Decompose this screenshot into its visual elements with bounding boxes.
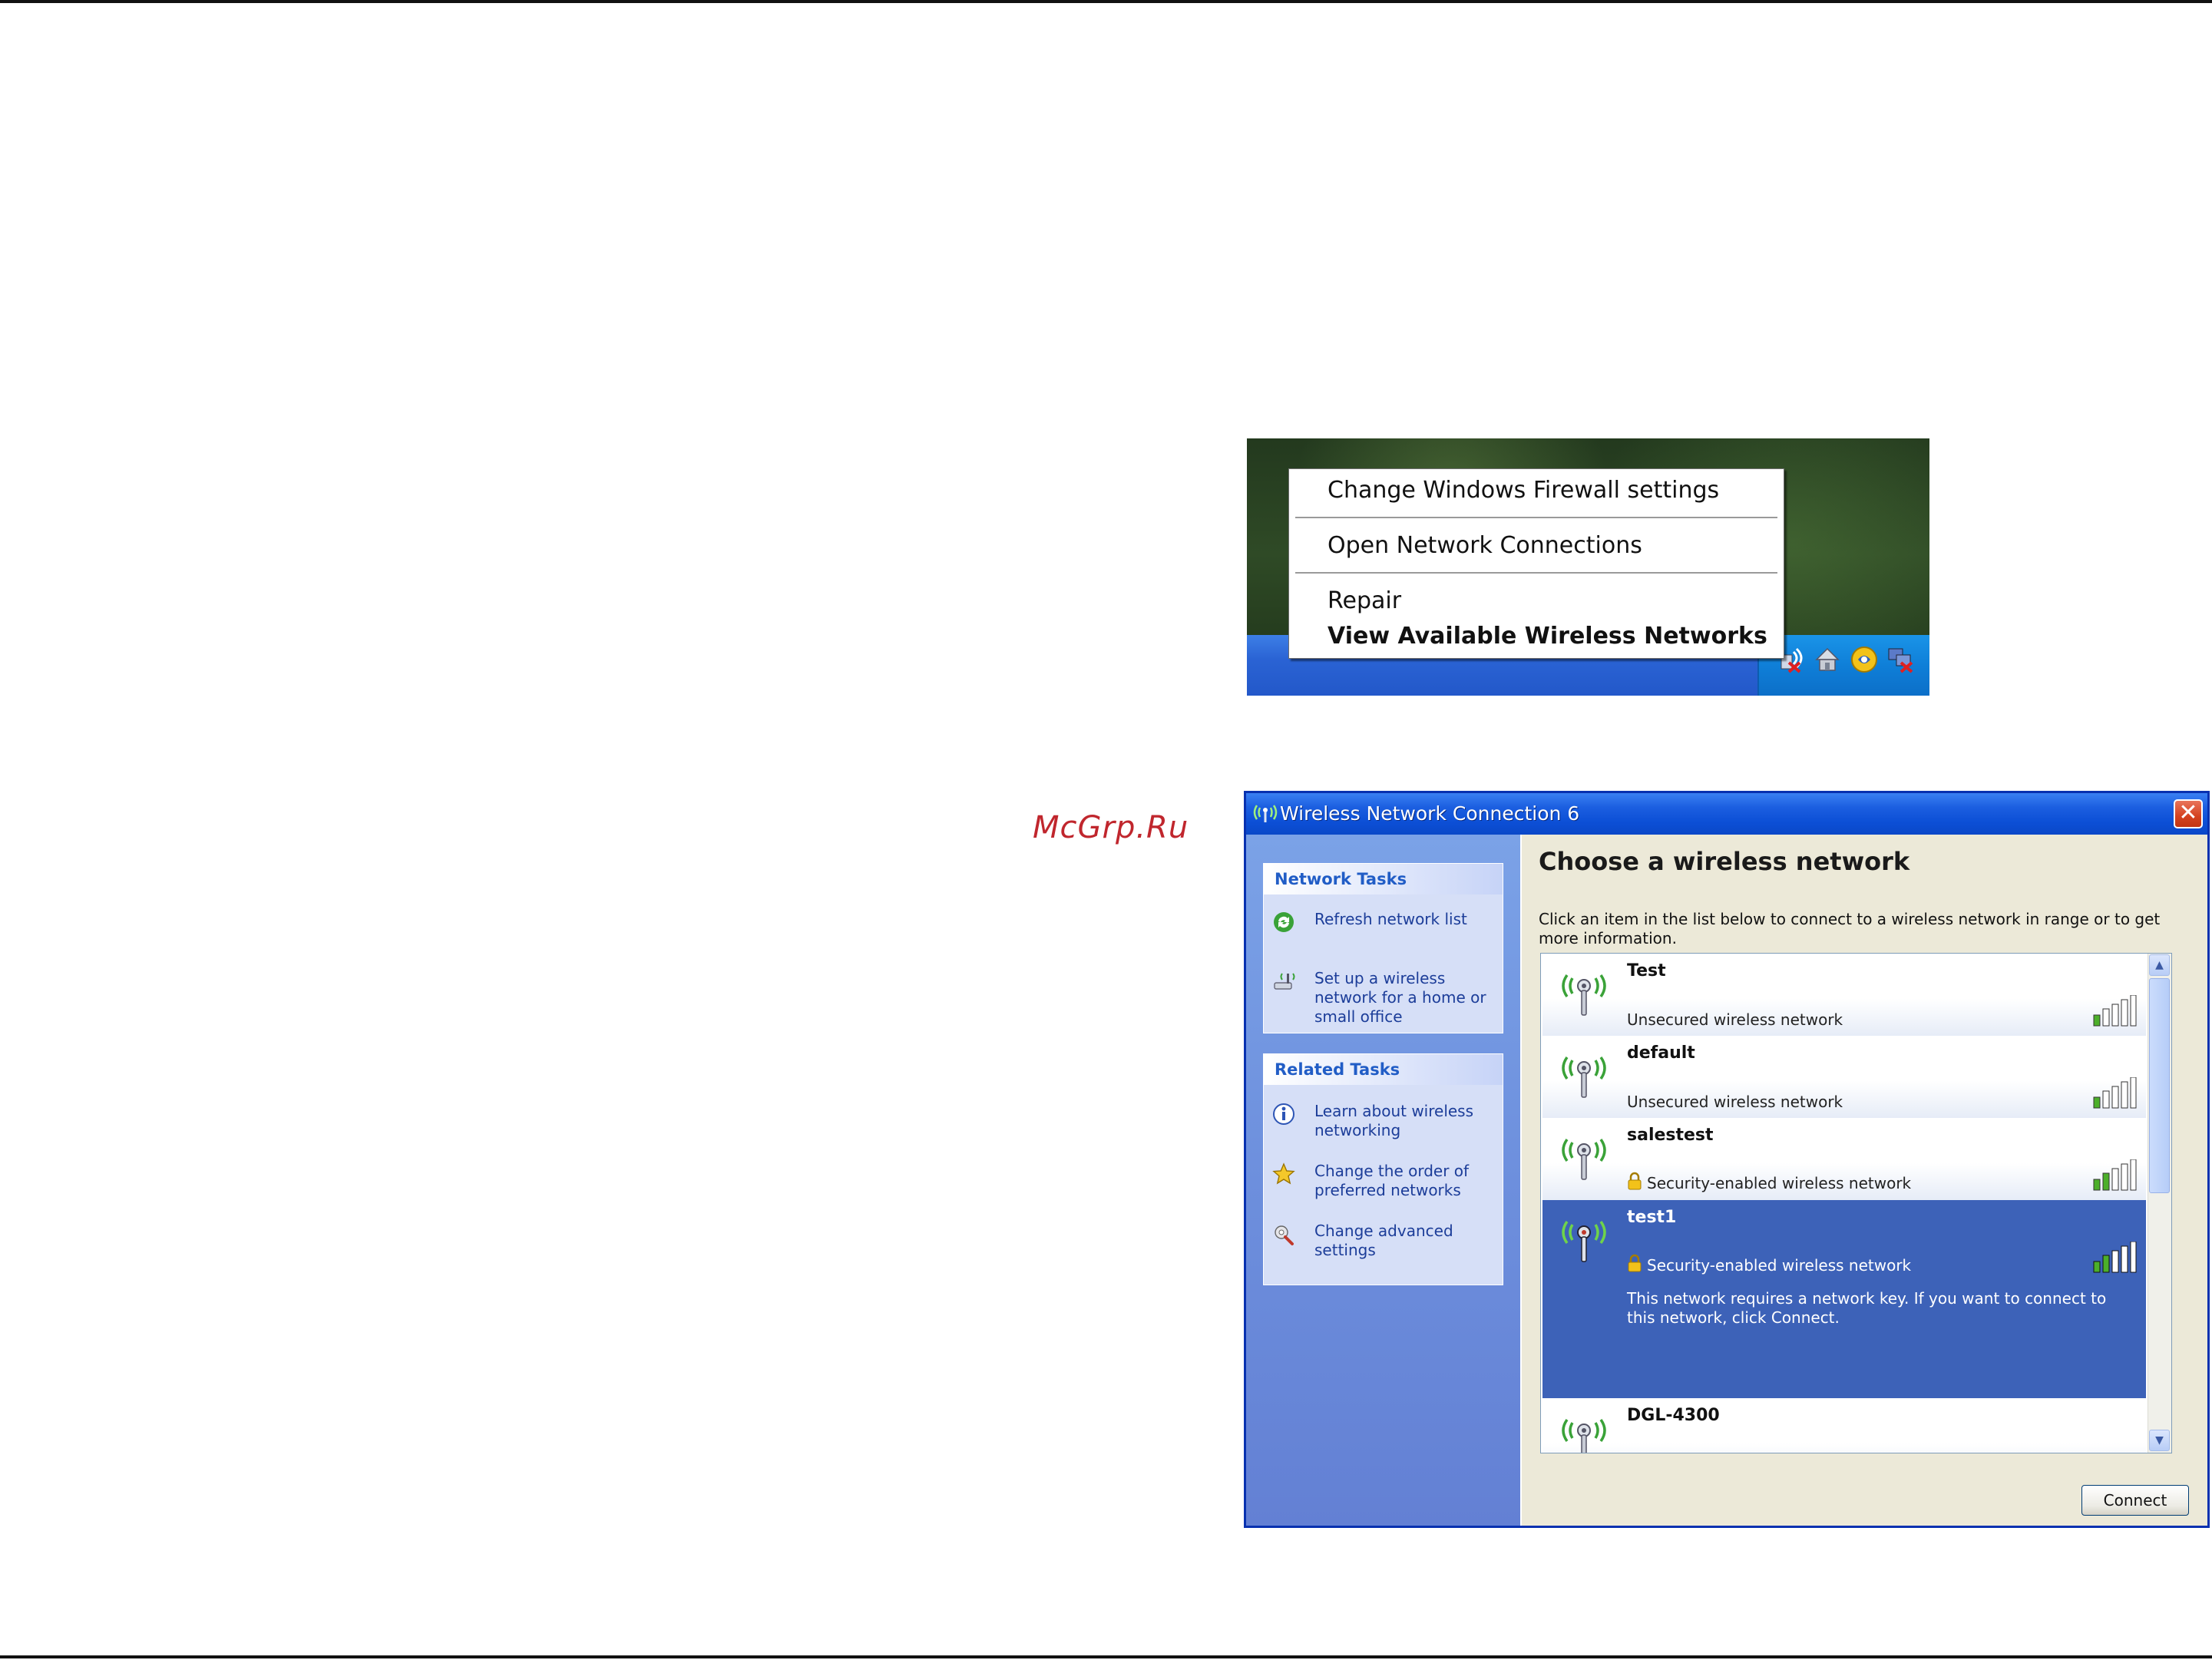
- lock-icon: [1627, 1172, 1642, 1190]
- task-pane: Network Tasks Refresh network list Set u…: [1246, 835, 1520, 1526]
- network-item-salestest[interactable]: salestest Security-enabled wireless netw…: [1542, 1118, 2146, 1200]
- network-item-test[interactable]: Test Unsecured wireless network: [1542, 954, 2146, 1036]
- refresh-network-list-link[interactable]: Refresh network list: [1271, 910, 1498, 941]
- menu-item-repair[interactable]: Repair: [1328, 587, 1401, 614]
- network-security-status: Unsecured wireless network: [1627, 1093, 1843, 1111]
- wireless-network-dialog: Wireless Network Connection 6 ✕ Network …: [1244, 791, 2210, 1528]
- scroll-up-button[interactable]: ▲: [2149, 954, 2170, 976]
- signal-strength-icon: [2093, 1159, 2137, 1191]
- related-tasks-header: Related Tasks: [1264, 1054, 1503, 1085]
- network-name: salestest: [1627, 1126, 1714, 1145]
- scroll-thumb[interactable]: [2149, 978, 2170, 1193]
- home-network-icon[interactable]: [1812, 644, 1843, 675]
- wireless-antenna-icon: [1562, 1220, 1606, 1262]
- watermark: McGrp.Ru: [1033, 810, 1189, 845]
- connect-button[interactable]: Connect: [2081, 1485, 2189, 1516]
- network-security-status: Security-enabled wireless network: [1647, 1174, 1912, 1192]
- menu-item-firewall-settings[interactable]: Change Windows Firewall settings: [1328, 477, 1719, 504]
- network-key-note: This network requires a network key. If …: [1627, 1289, 2107, 1327]
- network-tasks-panel: Network Tasks Refresh network list Set u…: [1263, 863, 1503, 1033]
- top-rule: [0, 0, 2212, 3]
- related-tasks-panel: Related Tasks Learn about wireless netwo…: [1263, 1053, 1503, 1285]
- setup-wireless-icon: [1271, 969, 1296, 994]
- lock-icon: [1627, 1254, 1642, 1272]
- menu-item-view-wireless-networks[interactable]: View Available Wireless Networks: [1328, 623, 1767, 650]
- bottom-rule: [0, 1655, 2212, 1658]
- network-name: Test: [1627, 961, 1666, 980]
- network-name: test1: [1627, 1208, 1677, 1227]
- network-security-status: Security-enabled wireless network: [1647, 1256, 1912, 1275]
- close-button[interactable]: ✕: [2174, 799, 2203, 828]
- network-list: Test Unsecured wireless network default …: [1540, 953, 2172, 1453]
- scroll-down-button[interactable]: ▼: [2149, 1430, 2170, 1451]
- menu-separator: [1295, 572, 1777, 574]
- change-advanced-settings-link[interactable]: Change advanced settings: [1271, 1222, 1498, 1265]
- refresh-icon: [1271, 910, 1296, 934]
- main-pane: Choose a wireless network Click an item …: [1520, 835, 2207, 1526]
- change-network-order-label: Change the order of preferred networks: [1314, 1162, 1470, 1199]
- network-disconnected-icon[interactable]: [1886, 644, 1916, 675]
- star-icon: [1271, 1162, 1296, 1186]
- security-center-icon[interactable]: [1849, 644, 1880, 675]
- network-name: default: [1627, 1043, 1695, 1063]
- network-list-scrollbar[interactable]: ▲ ▼: [2148, 954, 2171, 1453]
- wireless-signal-icon: [1252, 799, 1278, 825]
- network-tasks-header: Network Tasks: [1264, 864, 1503, 894]
- signal-strength-icon: [2093, 995, 2137, 1027]
- change-advanced-settings-label: Change advanced settings: [1314, 1222, 1453, 1259]
- learn-wireless-label: Learn about wireless networking: [1314, 1102, 1474, 1139]
- wireless-antenna-icon: [1562, 974, 1606, 1016]
- network-security-status: Unsecured wireless network: [1627, 1010, 1843, 1029]
- info-icon: [1271, 1102, 1296, 1126]
- learn-wireless-link[interactable]: Learn about wireless networking: [1271, 1102, 1498, 1145]
- page-title: Choose a wireless network: [1539, 847, 1910, 876]
- title-bar[interactable]: Wireless Network Connection 6 ✕: [1246, 793, 2207, 835]
- wireless-antenna-icon: [1562, 1418, 1606, 1453]
- network-item-test1[interactable]: test1 Security-enabled wireless network …: [1542, 1200, 2146, 1398]
- network-item-default[interactable]: default Unsecured wireless network: [1542, 1036, 2146, 1118]
- settings-icon: [1271, 1222, 1296, 1246]
- window-title: Wireless Network Connection 6: [1280, 802, 1580, 825]
- wireless-antenna-icon: [1562, 1056, 1606, 1098]
- network-item-dgl-4300[interactable]: DGL-4300: [1542, 1398, 2146, 1453]
- tray-menu-screenshot: Change Windows Firewall settings Open Ne…: [1247, 438, 1929, 696]
- refresh-network-list-label: Refresh network list: [1314, 910, 1467, 928]
- intro-text: Click an item in the list below to conne…: [1539, 910, 2161, 947]
- network-security-status-row: Security-enabled wireless network: [1627, 1254, 1911, 1275]
- tray-context-menu: Change Windows Firewall settings Open Ne…: [1288, 468, 1784, 659]
- signal-strength-icon: [2093, 1077, 2137, 1109]
- menu-separator: [1295, 517, 1777, 518]
- setup-wireless-network-label: Set up a wireless network for a home or …: [1314, 969, 1486, 1026]
- network-name: DGL-4300: [1627, 1406, 1720, 1425]
- wireless-antenna-icon: [1562, 1138, 1606, 1180]
- menu-item-open-network-connections[interactable]: Open Network Connections: [1328, 532, 1642, 559]
- signal-strength-icon: [2093, 1242, 2137, 1273]
- network-security-status-row: Security-enabled wireless network: [1627, 1172, 1911, 1192]
- change-network-order-link[interactable]: Change the order of preferred networks: [1271, 1162, 1498, 1205]
- setup-wireless-network-link[interactable]: Set up a wireless network for a home or …: [1271, 969, 1498, 1026]
